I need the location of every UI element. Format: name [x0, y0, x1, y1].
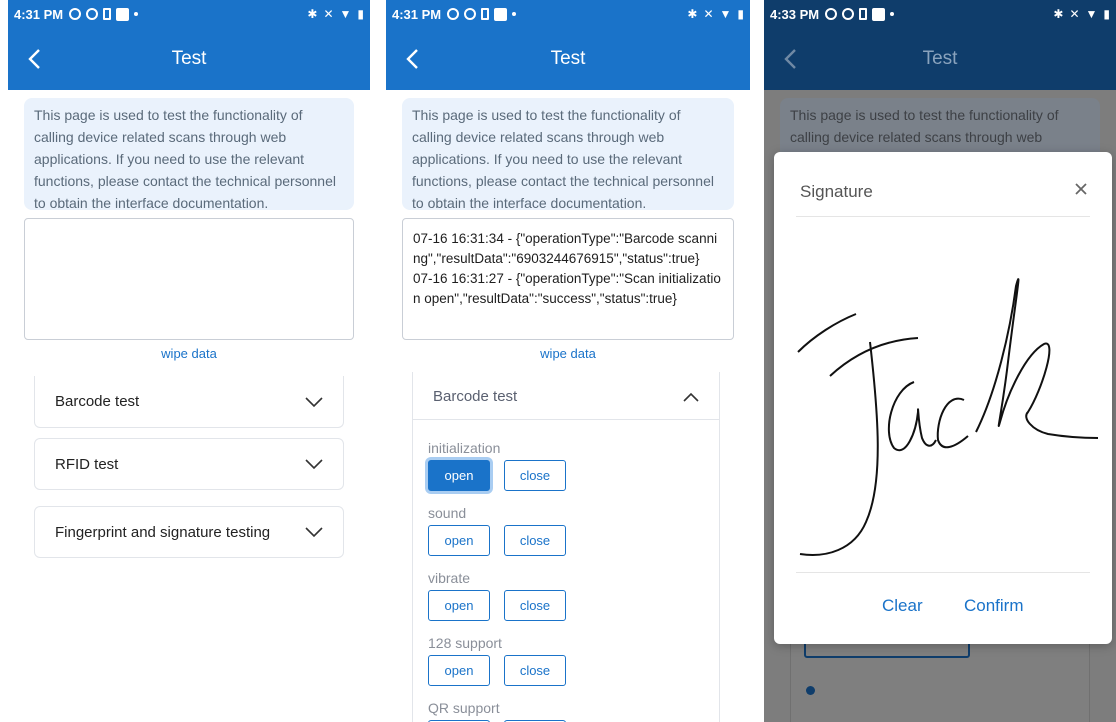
section-label: Fingerprint and signature testing — [55, 523, 271, 541]
page-title: Test — [922, 48, 958, 69]
dialog-title: Signature — [800, 182, 873, 201]
group-label: 128 support — [428, 635, 502, 651]
section-barcode-test[interactable]: Barcode test — [34, 376, 344, 428]
section-label: RFID test — [55, 455, 119, 473]
wifi-icon: ▼ — [339, 7, 352, 21]
section-barcode-test-expanded: Barcode test initialization open close s… — [412, 372, 720, 722]
dimmed-radio-icon — [806, 686, 815, 695]
back-arrow-icon — [784, 49, 796, 69]
log-output[interactable]: 07-16 16:31:34 - {"operationType":"Barco… — [402, 218, 734, 340]
signature-canvas[interactable] — [796, 272, 1098, 568]
page-title: Test — [550, 48, 586, 69]
chevron-down-icon — [305, 396, 323, 407]
status-bar: 4:31 PM ✱ ✕ ▼ ▮ — [386, 0, 750, 28]
group-sound: sound open close — [413, 505, 719, 556]
initialization-open-button[interactable]: open — [428, 460, 490, 491]
app-notification-icon — [69, 8, 82, 20]
status-time: 4:33 PM — [770, 6, 820, 22]
back-arrow-icon[interactable] — [20, 44, 50, 74]
section-barcode-test[interactable]: Barcode test — [413, 374, 719, 420]
screen-signature-dialog: 4:33 PM ✱ ✕ ▼ ▮ Test This page is used t… — [764, 0, 1116, 722]
system-icons: ✱ ✕ ▼ ▮ — [687, 7, 744, 21]
app-bar: Test — [8, 28, 370, 90]
app-bar: Test — [386, 28, 750, 90]
screen-barcode-expanded: 4:31 PM ✱ ✕ ▼ ▮ Test This page is used t… — [386, 0, 750, 722]
section-label: Barcode test — [55, 393, 140, 410]
wipe-data-link[interactable]: wipe data — [386, 346, 750, 361]
device-icon — [481, 8, 490, 20]
app-notification-icon — [447, 8, 460, 20]
chevron-up-icon — [683, 392, 699, 402]
more-notifications-icon — [134, 12, 139, 16]
notification-icons — [69, 7, 139, 21]
group-128-support: 128 support open close — [413, 635, 719, 686]
app-bar: Test — [764, 28, 1116, 90]
confirm-button[interactable]: Confirm — [964, 596, 1024, 616]
screen-collapsed: 4:31 PM ✱ ✕ ▼ ▮ Test This page is used t… — [8, 0, 370, 722]
info-notice: This page is used to test the functional… — [402, 98, 734, 211]
wifi-icon: ▼ — [1085, 7, 1098, 21]
chevron-down-icon — [305, 527, 323, 538]
more-notifications-icon — [512, 12, 517, 16]
back-arrow-icon[interactable] — [398, 44, 428, 74]
square-notification-icon — [116, 7, 130, 21]
close-icon[interactable] — [1070, 178, 1092, 200]
bluetooth-icon: ✱ — [687, 7, 698, 21]
system-icons: ✱ ✕ ▼ ▮ — [307, 7, 364, 21]
sound-close-button[interactable]: close — [504, 525, 566, 556]
chevron-down-icon — [305, 459, 323, 470]
more-notifications-icon — [890, 12, 895, 16]
128-support-open-button[interactable]: open — [428, 655, 490, 686]
group-qr-support: QR support open close — [413, 700, 719, 722]
battery-icon: ▮ — [737, 7, 744, 21]
battery-icon: ▮ — [1103, 7, 1110, 21]
square-notification-icon — [494, 7, 508, 21]
system-icons: ✱ ✕ ▼ ▮ — [1053, 7, 1110, 21]
group-vibrate: vibrate open close — [413, 570, 719, 621]
status-time: 4:31 PM — [392, 6, 442, 22]
bluetooth-icon: ✱ — [1053, 7, 1064, 21]
status-bar: 4:33 PM ✱ ✕ ▼ ▮ — [764, 0, 1116, 28]
status-bar: 4:31 PM ✱ ✕ ▼ ▮ — [8, 0, 370, 28]
square-notification-icon — [872, 7, 886, 21]
vibrate-close-button[interactable]: close — [504, 590, 566, 621]
notification-icons — [825, 7, 895, 21]
device-icon — [859, 8, 868, 20]
group-initialization: initialization open close — [413, 440, 719, 491]
wifi-icon: ▼ — [719, 7, 732, 21]
divider — [796, 572, 1090, 573]
section-label: Barcode test — [433, 388, 518, 405]
app-notification-icon — [825, 8, 838, 20]
group-label: QR support — [428, 700, 500, 716]
info-notice: This page is used to test the functional… — [24, 98, 354, 211]
mute-icon: ✕ — [1069, 7, 1080, 21]
group-label: sound — [428, 505, 467, 521]
128-support-close-button[interactable]: close — [504, 655, 566, 686]
wipe-data-link[interactable]: wipe data — [8, 346, 370, 361]
divider — [796, 216, 1090, 217]
initialization-close-button[interactable]: close — [504, 460, 566, 491]
mute-icon: ✕ — [703, 7, 714, 21]
sound-open-button[interactable]: open — [428, 525, 490, 556]
log-output[interactable] — [24, 218, 354, 340]
search-notification-icon — [464, 8, 477, 20]
vibrate-open-button[interactable]: open — [428, 590, 490, 621]
screenshot-stage: 4:31 PM ✱ ✕ ▼ ▮ Test This page is used t… — [0, 0, 1116, 722]
search-notification-icon — [86, 8, 99, 20]
mute-icon: ✕ — [323, 7, 334, 21]
page-title: Test — [171, 48, 207, 69]
battery-icon: ▮ — [357, 7, 364, 21]
group-label: vibrate — [428, 570, 471, 586]
device-icon — [103, 8, 112, 20]
signature-dialog: Signature Clear Confirm — [774, 152, 1112, 644]
section-fingerprint-signature[interactable]: Fingerprint and signature testing — [34, 506, 344, 558]
clear-button[interactable]: Clear — [882, 596, 923, 616]
group-label: initialization — [428, 440, 501, 456]
notification-icons — [447, 7, 517, 21]
search-notification-icon — [842, 8, 855, 20]
status-time: 4:31 PM — [14, 6, 64, 22]
bluetooth-icon: ✱ — [307, 7, 318, 21]
section-rfid-test[interactable]: RFID test — [34, 438, 344, 490]
